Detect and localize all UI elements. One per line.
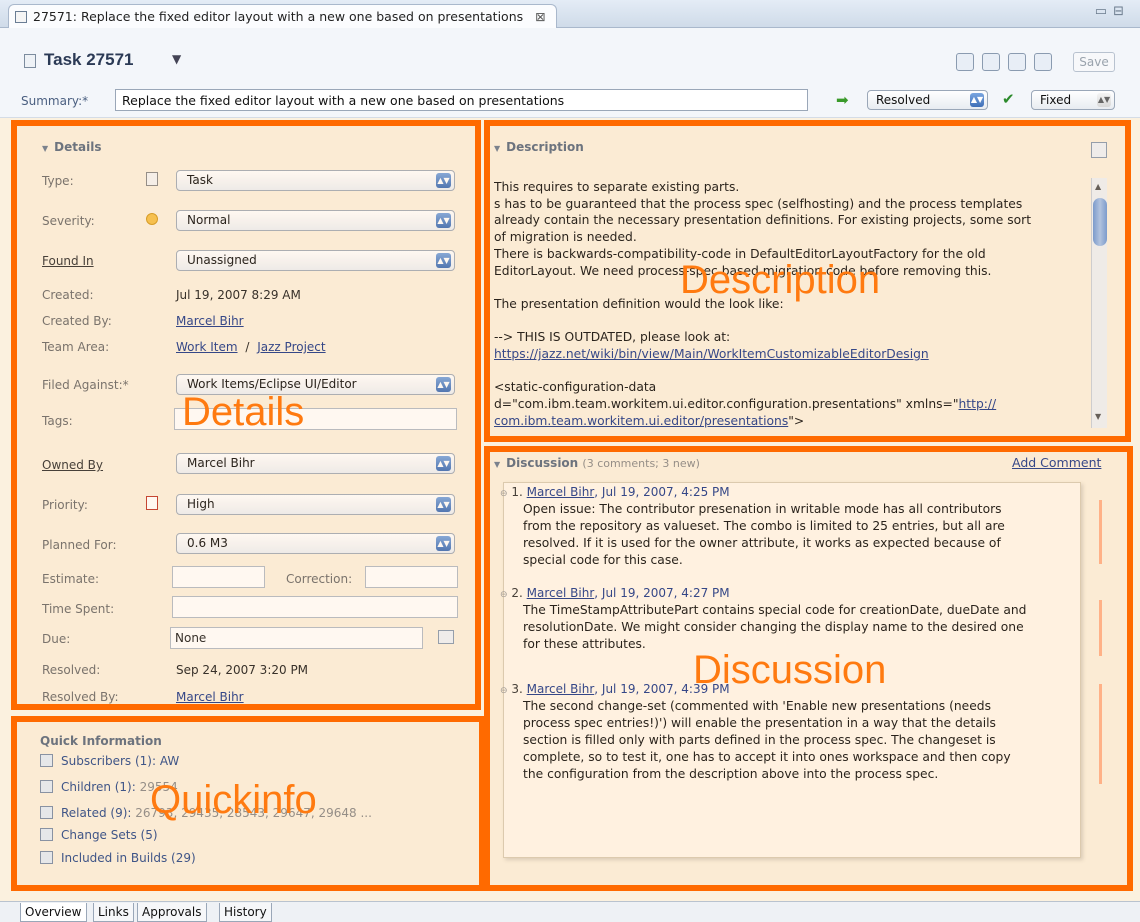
page-title: Task 27571 — [44, 50, 134, 69]
edit-icon[interactable] — [1008, 53, 1026, 71]
close-icon[interactable]: ⊠ — [535, 9, 545, 24]
stepper-icon: ▲▼ — [1097, 93, 1111, 107]
work-item-icon — [15, 11, 27, 23]
discussion-annotation: Discussion — [693, 648, 887, 692]
summary-label: Summary:* — [21, 94, 89, 108]
save-button[interactable]: Save — [1073, 52, 1115, 72]
refresh-icon[interactable] — [1034, 53, 1052, 71]
maximize-icon[interactable]: ⊟ — [1113, 4, 1130, 19]
tab-history[interactable]: History — [219, 903, 272, 922]
task-icon — [24, 54, 36, 68]
state-value: Resolved — [876, 93, 931, 107]
state-select[interactable]: Resolved ▲▼ — [867, 90, 988, 110]
description-annotation: Description — [680, 258, 881, 302]
tab-links[interactable]: Links — [93, 903, 134, 922]
tab-overview[interactable]: Overview — [20, 903, 87, 922]
resolution-select[interactable]: Fixed ▲▼ — [1031, 90, 1115, 110]
editor-tab[interactable]: 27571: Replace the fixed editor layout w… — [8, 4, 557, 28]
window-controls: ▭⊟ — [1095, 4, 1130, 19]
tab-approvals[interactable]: Approvals — [137, 903, 207, 922]
minimize-icon[interactable]: ▭ — [1095, 4, 1113, 19]
details-annotation: Details — [182, 390, 305, 434]
check-icon: ✔ — [1002, 90, 1015, 108]
chevron-down-icon[interactable]: ▼ — [172, 52, 181, 66]
find-icon[interactable] — [956, 53, 974, 71]
arrow-right-icon: ➡ — [836, 91, 849, 109]
hierarchy-icon[interactable] — [982, 53, 1000, 71]
quickinfo-annotation: Quickinfo — [150, 778, 317, 822]
editor-tab-title: 27571: Replace the fixed editor layout w… — [33, 9, 524, 24]
stepper-icon: ▲▼ — [970, 93, 984, 107]
summary-input[interactable]: Replace the fixed editor layout with a n… — [115, 89, 808, 111]
resolution-value: Fixed — [1040, 93, 1072, 107]
